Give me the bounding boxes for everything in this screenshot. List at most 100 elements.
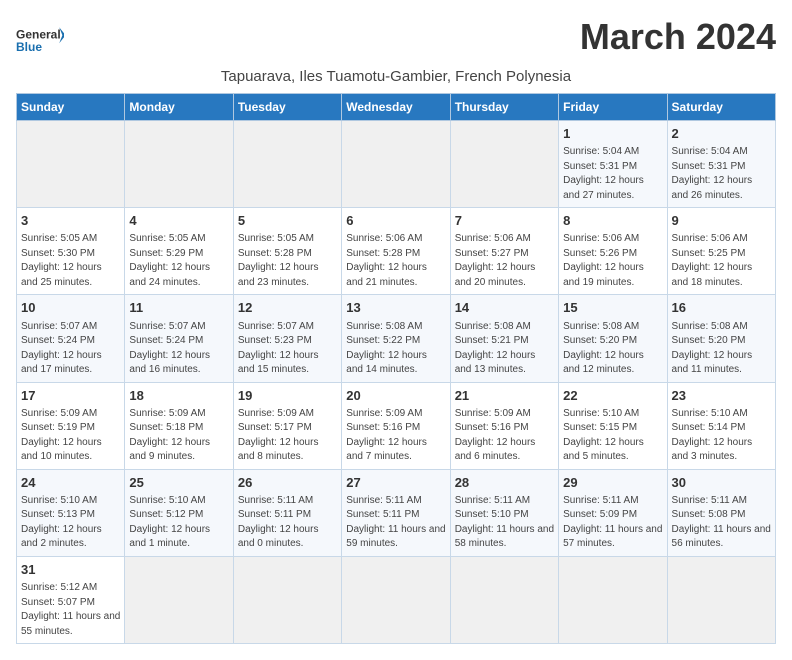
day-info: Sunrise: 5:10 AM Sunset: 5:15 PM Dayligh…	[563, 407, 662, 465]
day-cell: 18Sunrise: 5:09 AM Sunset: 5:18 PM Dayli…	[125, 382, 233, 469]
day-cell: 22 Sunrise: 5:10 AM Sunset: 5:15 PM Dayli…	[559, 382, 667, 469]
day-cell: 8Sunrise: 5:06 AM Sunset: 5:26 PM Daylig…	[559, 208, 667, 295]
day-cell: 13 Sunrise: 5:08 AM Sunset: 5:22 PM Dayli…	[342, 295, 450, 382]
day-info: Sunrise: 5:12 AM Sunset: 5:07 PM Dayligh…	[21, 581, 120, 639]
day-cell: 24 Sunrise: 5:10 AM Sunset: 5:13 PM Dayli…	[17, 469, 125, 556]
day-cell	[233, 121, 341, 208]
day-number: 20	[346, 387, 445, 405]
day-number: 30	[672, 474, 771, 492]
day-info: Sunrise: 5:08 AM Sunset: 5:21 PM Dayligh…	[455, 320, 554, 378]
day-number: 24	[21, 474, 120, 492]
day-number: 9	[672, 212, 771, 230]
day-cell: 19Sunrise: 5:09 AM Sunset: 5:17 PM Dayli…	[233, 382, 341, 469]
month-title: March 2024	[580, 16, 776, 58]
day-number: 1	[563, 125, 662, 143]
day-number: 7	[455, 212, 554, 230]
day-info: Sunrise: 5:10 AM Sunset: 5:13 PM Dayligh…	[21, 494, 120, 552]
day-cell: 14 Sunrise: 5:08 AM Sunset: 5:21 PM Dayli…	[450, 295, 558, 382]
day-info: Sunrise: 5:05 AM Sunset: 5:29 PM Dayligh…	[129, 232, 228, 290]
day-cell: 25 Sunrise: 5:10 AM Sunset: 5:12 PM Dayli…	[125, 469, 233, 556]
header-cell-wednesday: Wednesday	[342, 94, 450, 121]
day-cell: 10 Sunrise: 5:07 AM Sunset: 5:24 PM Dayli…	[17, 295, 125, 382]
week-row-6: 31Sunrise: 5:12 AM Sunset: 5:07 PM Dayli…	[17, 556, 776, 643]
day-cell	[559, 556, 667, 643]
day-info: Sunrise: 5:09 AM Sunset: 5:16 PM Dayligh…	[455, 407, 554, 465]
day-cell	[342, 121, 450, 208]
title-area: March 2024	[580, 16, 776, 58]
day-cell	[450, 121, 558, 208]
day-number: 14	[455, 299, 554, 317]
day-cell: 28 Sunrise: 5:11 AM Sunset: 5:10 PM Dayli…	[450, 469, 558, 556]
day-info: Sunrise: 5:06 AM Sunset: 5:26 PM Dayligh…	[563, 232, 662, 290]
day-cell	[125, 556, 233, 643]
day-cell: 1 Sunrise: 5:04 AM Sunset: 5:31 PM Daylig…	[559, 121, 667, 208]
day-info: Sunrise: 5:09 AM Sunset: 5:17 PM Dayligh…	[238, 407, 337, 465]
day-info: Sunrise: 5:11 AM Sunset: 5:11 PM Dayligh…	[346, 494, 445, 552]
day-number: 17	[21, 387, 120, 405]
day-cell: 23Sunrise: 5:10 AM Sunset: 5:14 PM Dayli…	[667, 382, 775, 469]
day-cell: 30Sunrise: 5:11 AM Sunset: 5:08 PM Dayli…	[667, 469, 775, 556]
day-number: 21	[455, 387, 554, 405]
day-info: Sunrise: 5:05 AM Sunset: 5:30 PM Dayligh…	[21, 232, 120, 290]
day-number: 25	[129, 474, 228, 492]
day-cell: 4 Sunrise: 5:05 AM Sunset: 5:29 PM Daylig…	[125, 208, 233, 295]
day-number: 13	[346, 299, 445, 317]
header-cell-saturday: Saturday	[667, 94, 775, 121]
day-cell: 31Sunrise: 5:12 AM Sunset: 5:07 PM Dayli…	[17, 556, 125, 643]
day-info: Sunrise: 5:07 AM Sunset: 5:24 PM Dayligh…	[129, 320, 228, 378]
day-info: Sunrise: 5:04 AM Sunset: 5:31 PM Dayligh…	[563, 145, 662, 203]
day-cell: 15Sunrise: 5:08 AM Sunset: 5:20 PM Dayli…	[559, 295, 667, 382]
day-info: Sunrise: 5:09 AM Sunset: 5:18 PM Dayligh…	[129, 407, 228, 465]
day-cell: 27 Sunrise: 5:11 AM Sunset: 5:11 PM Dayli…	[342, 469, 450, 556]
day-cell: 11 Sunrise: 5:07 AM Sunset: 5:24 PM Dayli…	[125, 295, 233, 382]
logo-svg: General Blue	[16, 16, 64, 64]
day-number: 29	[563, 474, 662, 492]
day-number: 5	[238, 212, 337, 230]
day-number: 3	[21, 212, 120, 230]
day-number: 6	[346, 212, 445, 230]
header-cell-sunday: Sunday	[17, 94, 125, 121]
header: General Blue March 2024	[16, 16, 776, 64]
day-info: Sunrise: 5:07 AM Sunset: 5:23 PM Dayligh…	[238, 320, 337, 378]
day-number: 15	[563, 299, 662, 317]
week-row-5: 24 Sunrise: 5:10 AM Sunset: 5:13 PM Dayli…	[17, 469, 776, 556]
day-info: Sunrise: 5:05 AM Sunset: 5:28 PM Dayligh…	[238, 232, 337, 290]
week-row-4: 17 Sunrise: 5:09 AM Sunset: 5:19 PM Dayli…	[17, 382, 776, 469]
calendar-header: SundayMondayTuesdayWednesdayThursdayFrid…	[17, 94, 776, 121]
day-info: Sunrise: 5:10 AM Sunset: 5:12 PM Dayligh…	[129, 494, 228, 552]
day-cell: 17 Sunrise: 5:09 AM Sunset: 5:19 PM Dayli…	[17, 382, 125, 469]
day-info: Sunrise: 5:06 AM Sunset: 5:28 PM Dayligh…	[346, 232, 445, 290]
day-number: 28	[455, 474, 554, 492]
day-info: Sunrise: 5:09 AM Sunset: 5:16 PM Dayligh…	[346, 407, 445, 465]
day-number: 22	[563, 387, 662, 405]
day-info: Sunrise: 5:06 AM Sunset: 5:25 PM Dayligh…	[672, 232, 771, 290]
day-cell: 12 Sunrise: 5:07 AM Sunset: 5:23 PM Dayli…	[233, 295, 341, 382]
day-cell	[125, 121, 233, 208]
day-info: Sunrise: 5:11 AM Sunset: 5:10 PM Dayligh…	[455, 494, 554, 552]
day-number: 12	[238, 299, 337, 317]
day-cell: 20 Sunrise: 5:09 AM Sunset: 5:16 PM Dayli…	[342, 382, 450, 469]
day-number: 4	[129, 212, 228, 230]
day-cell	[17, 121, 125, 208]
day-number: 2	[672, 125, 771, 143]
header-row: SundayMondayTuesdayWednesdayThursdayFrid…	[17, 94, 776, 121]
subtitle: Tapuarava, Iles Tuamotu-Gambier, French …	[16, 68, 776, 85]
day-number: 11	[129, 299, 228, 317]
day-info: Sunrise: 5:08 AM Sunset: 5:22 PM Dayligh…	[346, 320, 445, 378]
day-number: 26	[238, 474, 337, 492]
day-cell: 2Sunrise: 5:04 AM Sunset: 5:31 PM Daylig…	[667, 121, 775, 208]
day-info: Sunrise: 5:07 AM Sunset: 5:24 PM Dayligh…	[21, 320, 120, 378]
header-cell-monday: Monday	[125, 94, 233, 121]
svg-text:General: General	[16, 27, 61, 41]
day-number: 27	[346, 474, 445, 492]
day-cell: 21 Sunrise: 5:09 AM Sunset: 5:16 PM Dayli…	[450, 382, 558, 469]
day-info: Sunrise: 5:06 AM Sunset: 5:27 PM Dayligh…	[455, 232, 554, 290]
day-cell: 7 Sunrise: 5:06 AM Sunset: 5:27 PM Daylig…	[450, 208, 558, 295]
header-cell-tuesday: Tuesday	[233, 94, 341, 121]
day-cell	[342, 556, 450, 643]
day-cell: 26 Sunrise: 5:11 AM Sunset: 5:11 PM Dayli…	[233, 469, 341, 556]
day-info: Sunrise: 5:11 AM Sunset: 5:11 PM Dayligh…	[238, 494, 337, 552]
day-info: Sunrise: 5:09 AM Sunset: 5:19 PM Dayligh…	[21, 407, 120, 465]
day-number: 10	[21, 299, 120, 317]
day-number: 16	[672, 299, 771, 317]
